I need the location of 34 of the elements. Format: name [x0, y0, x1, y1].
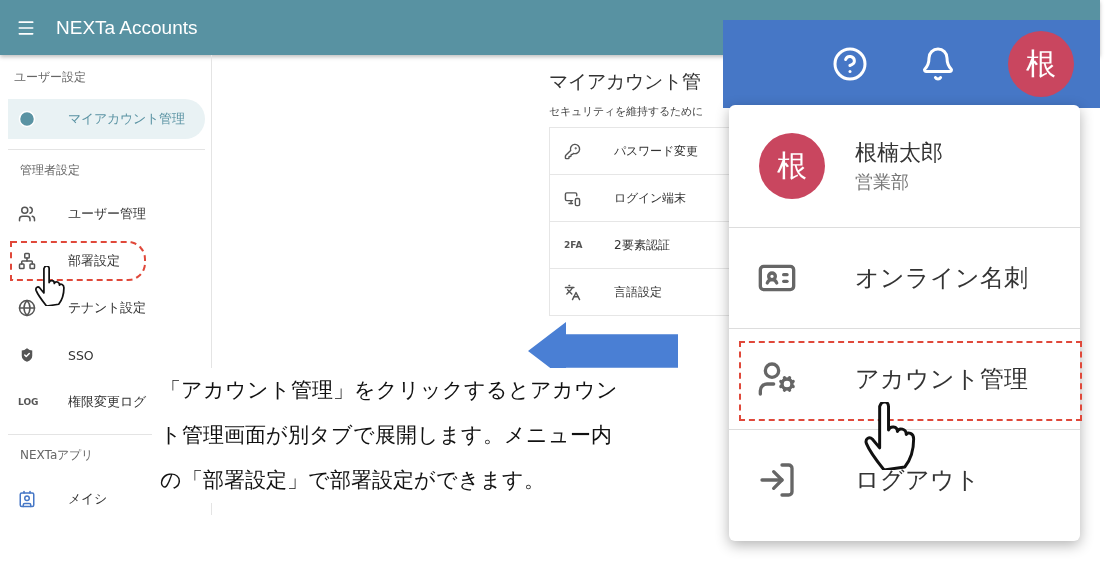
user-avatar: 根	[759, 133, 825, 199]
sidebar-item[interactable]: メイシ	[8, 477, 111, 521]
devices-icon	[564, 189, 581, 207]
menu-item[interactable]: ログアウト	[729, 430, 1080, 530]
sidebar-item[interactable]: ユーザー管理	[8, 192, 150, 236]
pointing-hand-icon	[35, 266, 65, 306]
translate-icon	[564, 283, 581, 301]
bell-icon[interactable]	[920, 46, 956, 82]
user-name: 根楠太郎	[855, 139, 943, 167]
user-avatar[interactable]: 根	[1008, 31, 1074, 97]
2fa-icon: 2FA	[564, 240, 583, 250]
sidebar-item[interactable]: SSO	[8, 333, 98, 377]
section-heading: 管理者設定	[20, 162, 80, 179]
pointing-hand-icon	[864, 402, 916, 470]
sidebar-item[interactable]: テナント設定	[8, 286, 150, 330]
help-icon[interactable]	[832, 46, 868, 82]
sidebar-item[interactable]: LOG 権限変更ログ	[8, 380, 150, 424]
log-icon: LOG	[18, 397, 39, 407]
page-subtitle: セキュリティを維持するために	[549, 105, 704, 119]
settings-row[interactable]: パスワード変更	[550, 128, 730, 174]
user-department: 営業部	[855, 170, 910, 194]
people-icon	[18, 205, 36, 223]
section-heading: NEXTaアプリ	[20, 447, 94, 464]
section-heading: ユーザー設定	[14, 69, 86, 86]
globe-icon	[18, 299, 36, 317]
org-chart-icon	[18, 252, 36, 270]
menu-item[interactable]: オンライン名刺	[729, 228, 1080, 329]
shield-icon	[18, 346, 36, 364]
app-title: NEXTa Accounts	[56, 16, 198, 39]
page-title: マイアカウント管	[549, 69, 702, 94]
sidebar-item[interactable]: 部署設定	[8, 239, 148, 283]
id-badge-icon	[18, 490, 36, 508]
key-icon	[564, 142, 581, 160]
user-gear-icon	[757, 359, 797, 399]
